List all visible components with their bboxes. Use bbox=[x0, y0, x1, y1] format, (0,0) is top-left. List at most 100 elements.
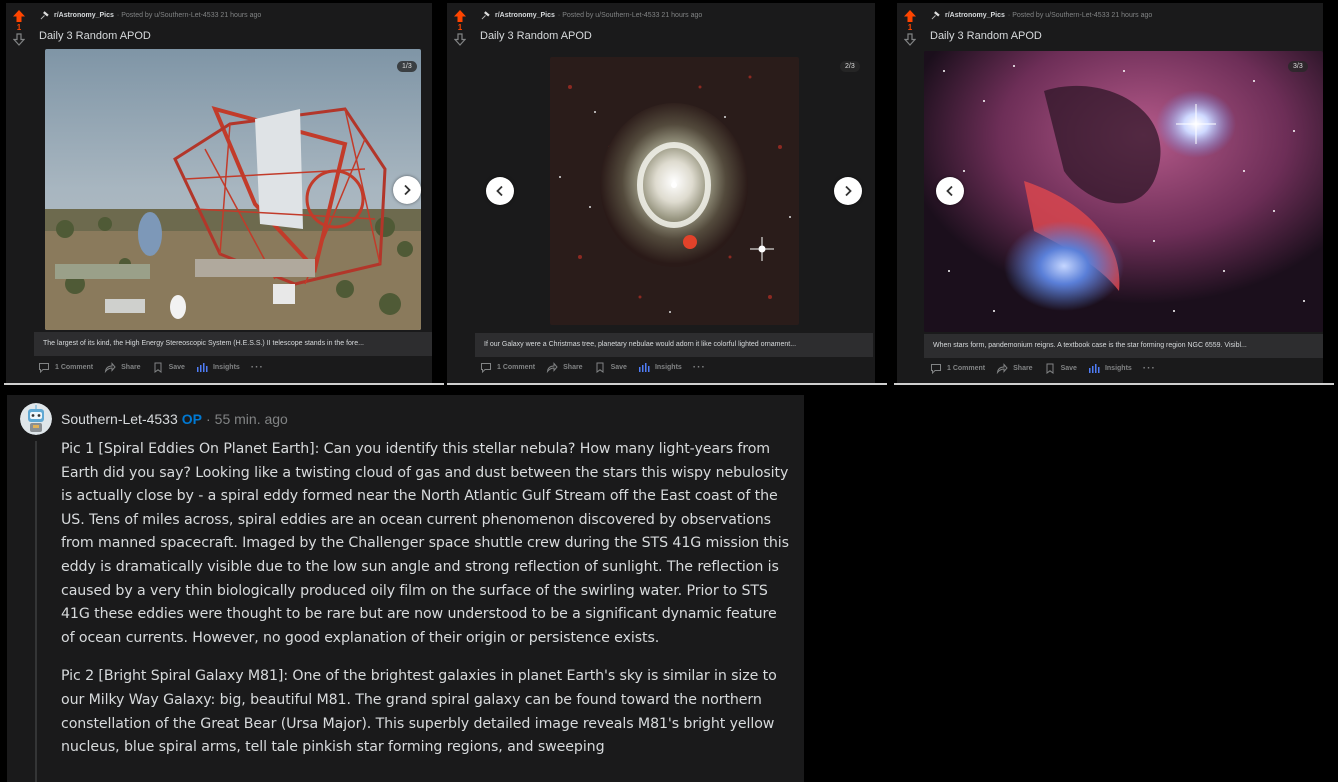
more-options-button[interactable]: ··· bbox=[251, 362, 264, 372]
gallery-image[interactable] bbox=[550, 57, 799, 325]
subreddit-link[interactable]: r/Astronomy_Pics bbox=[54, 12, 114, 19]
avatar[interactable] bbox=[20, 403, 52, 435]
posted-by: · Posted by u/Southern-Let-4533 21 hours… bbox=[557, 12, 703, 19]
bookmark-icon bbox=[594, 362, 606, 373]
comments-button[interactable]: 1 Comment bbox=[38, 362, 93, 373]
comments-button[interactable]: 1 Comment bbox=[480, 362, 535, 373]
gallery-prev-button[interactable] bbox=[936, 177, 964, 205]
telescope-photo bbox=[45, 49, 421, 330]
post-title[interactable]: Daily 3 Random APOD bbox=[480, 30, 592, 42]
comment-body: Pic 1 [Spiral Eddies On Planet Earth]: C… bbox=[61, 438, 791, 760]
share-icon bbox=[546, 362, 558, 373]
vote-column: 1 bbox=[451, 9, 469, 46]
gallery-next-button[interactable] bbox=[393, 176, 421, 204]
posted-by: · Posted by u/Southern-Let-4533 21 hours… bbox=[1007, 12, 1153, 19]
insights-button[interactable]: Insights bbox=[196, 362, 240, 373]
post-meta: r/Astronomy_Pics · Posted by u/Southern-… bbox=[931, 11, 1152, 20]
chevron-left-icon bbox=[495, 185, 505, 197]
post-title[interactable]: Daily 3 Random APOD bbox=[930, 30, 1042, 42]
bookmark-icon bbox=[152, 362, 164, 373]
post-card-3[interactable]: 1 r/Astronomy_Pics · Posted by u/Souther… bbox=[897, 3, 1323, 384]
insights-button[interactable]: Insights bbox=[1088, 363, 1132, 374]
gallery-counter: 1/3 bbox=[397, 61, 417, 72]
comments-label: 1 Comment bbox=[55, 364, 94, 371]
telescope-icon bbox=[481, 11, 490, 20]
save-label: Save bbox=[610, 364, 627, 371]
more-options-button[interactable]: ··· bbox=[1143, 363, 1156, 373]
share-button[interactable]: Share bbox=[546, 362, 583, 373]
bar-chart-icon bbox=[638, 362, 650, 373]
post-meta: r/Astronomy_Pics · Posted by u/Southern-… bbox=[40, 11, 261, 20]
gallery-next-button[interactable] bbox=[834, 177, 862, 205]
arrow-down-icon[interactable] bbox=[13, 33, 25, 46]
gallery-counter: 3/3 bbox=[1288, 61, 1308, 72]
bar-chart-icon bbox=[196, 362, 208, 373]
chevron-left-icon bbox=[945, 185, 955, 197]
save-button[interactable]: Save bbox=[1044, 363, 1077, 374]
nebula-photo bbox=[924, 51, 1323, 332]
insights-label: Insights bbox=[212, 364, 240, 371]
gallery-image[interactable] bbox=[924, 51, 1323, 332]
comment-paragraph: Pic 2 [Bright Spiral Galaxy M81]: One of… bbox=[61, 668, 777, 756]
subreddit-link[interactable]: r/Astronomy_Pics bbox=[495, 12, 555, 19]
insights-label: Insights bbox=[1104, 365, 1132, 372]
planetary-nebula-photo bbox=[550, 57, 799, 325]
divider bbox=[894, 383, 1334, 385]
share-label: Share bbox=[563, 364, 583, 371]
divider bbox=[4, 383, 444, 385]
gallery-image[interactable] bbox=[45, 49, 421, 330]
image-caption: If our Galaxy were a Christmas tree, pla… bbox=[475, 333, 873, 357]
image-caption: The largest of its kind, the High Energy… bbox=[34, 332, 432, 356]
arrow-up-icon[interactable] bbox=[903, 9, 917, 23]
comment: Southern-Let-4533 OP · 55 min. ago Pic 1 [S… bbox=[7, 395, 804, 782]
save-label: Save bbox=[168, 364, 185, 371]
save-button[interactable]: Save bbox=[594, 362, 627, 373]
insights-label: Insights bbox=[654, 364, 682, 371]
post-title[interactable]: Daily 3 Random APOD bbox=[39, 30, 151, 42]
comment-time[interactable]: 55 min. ago bbox=[215, 411, 288, 427]
op-badge: OP bbox=[181, 411, 202, 427]
more-options-button[interactable]: ··· bbox=[693, 362, 706, 372]
vote-column: 1 bbox=[10, 9, 28, 46]
post-card-1[interactable]: 1 r/Astronomy_Pics · Posted by u/Souther… bbox=[6, 3, 432, 384]
thread-line[interactable] bbox=[35, 441, 37, 782]
telescope-icon bbox=[40, 11, 49, 20]
share-button[interactable]: Share bbox=[104, 362, 141, 373]
gallery-counter: 2/3 bbox=[840, 61, 860, 72]
arrow-down-icon[interactable] bbox=[454, 33, 466, 46]
gallery-prev-button[interactable] bbox=[486, 177, 514, 205]
share-button[interactable]: Share bbox=[996, 363, 1033, 374]
share-label: Share bbox=[121, 364, 141, 371]
bookmark-icon bbox=[1044, 363, 1056, 374]
comments-button[interactable]: 1 Comment bbox=[930, 363, 985, 374]
comments-label: 1 Comment bbox=[947, 365, 986, 372]
share-icon bbox=[104, 362, 116, 373]
chevron-right-icon bbox=[402, 184, 412, 196]
comment-author[interactable]: Southern-Let-4533 bbox=[61, 411, 178, 427]
arrow-up-icon[interactable] bbox=[453, 9, 467, 23]
vote-column: 1 bbox=[901, 9, 919, 46]
arrow-up-icon[interactable] bbox=[12, 9, 26, 23]
posted-by: · Posted by u/Southern-Let-4533 21 hours… bbox=[116, 12, 262, 19]
save-button[interactable]: Save bbox=[152, 362, 185, 373]
comment-icon bbox=[480, 362, 492, 373]
post-actions: 1 Comment Share Save Insights ··· bbox=[38, 362, 275, 373]
image-caption: When stars form, pandemonium reigns. A t… bbox=[924, 334, 1323, 358]
vote-count: 1 bbox=[16, 23, 22, 32]
save-label: Save bbox=[1060, 365, 1077, 372]
share-icon bbox=[996, 363, 1008, 374]
post-card-2[interactable]: 1 r/Astronomy_Pics · Posted by u/Souther… bbox=[447, 3, 875, 384]
robot-avatar bbox=[20, 403, 52, 435]
arrow-down-icon[interactable] bbox=[904, 33, 916, 46]
divider bbox=[447, 383, 887, 385]
comment-icon bbox=[38, 362, 50, 373]
post-actions: 1 Comment Share Save Insights ··· bbox=[930, 363, 1167, 374]
insights-button[interactable]: Insights bbox=[638, 362, 682, 373]
comment-paragraph: Pic 1 [Spiral Eddies On Planet Earth]: C… bbox=[61, 441, 789, 646]
comment-header: Southern-Let-4533 OP · 55 min. ago bbox=[61, 411, 288, 427]
post-meta: r/Astronomy_Pics · Posted by u/Southern-… bbox=[481, 11, 702, 20]
comment-icon bbox=[930, 363, 942, 374]
bar-chart-icon bbox=[1088, 363, 1100, 374]
subreddit-link[interactable]: r/Astronomy_Pics bbox=[945, 12, 1005, 19]
vote-count: 1 bbox=[457, 23, 463, 32]
